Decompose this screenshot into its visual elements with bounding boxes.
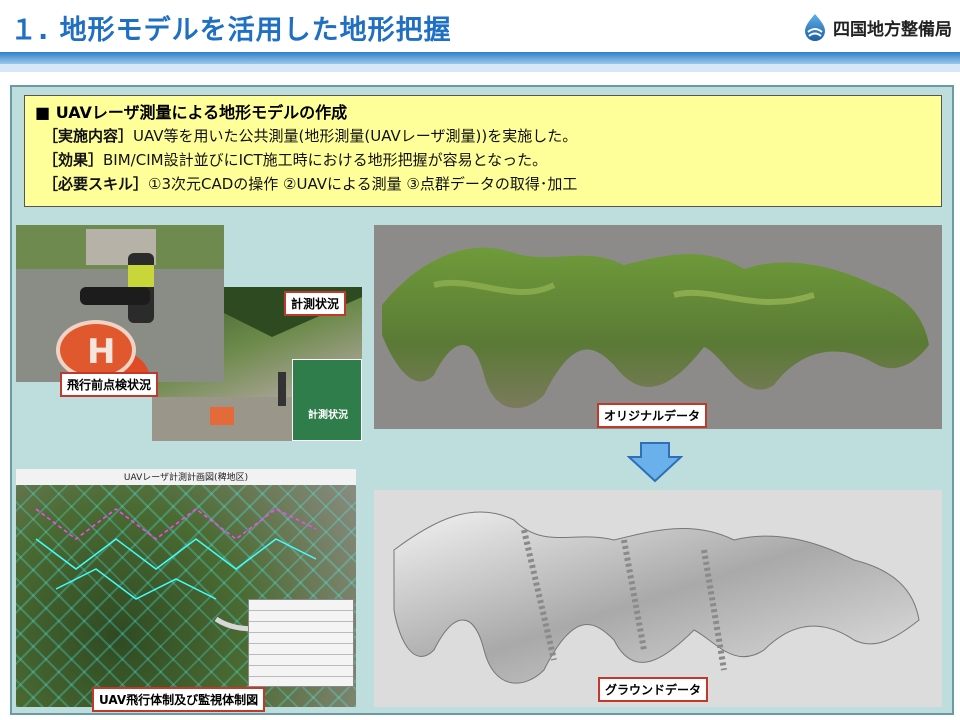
info-label: ［実施内容］ <box>43 127 134 145</box>
point-cloud-original <box>382 247 929 409</box>
down-arrow-icon <box>627 442 683 483</box>
header-band <box>0 52 960 64</box>
caption-original-data: オリジナルデータ <box>597 403 708 428</box>
caption-ground-data: グラウンドデータ <box>598 677 709 702</box>
caption-measurement: 計測状況 <box>284 291 347 316</box>
main-panel: ■ UAVレーザ測量による地形モデルの作成 ［実施内容］UAV等を用いた公共測量… <box>10 85 954 715</box>
header-band-light <box>0 64 960 72</box>
flight-plan-map: UAVレーザ計測計画図(稗地区) <box>16 469 356 707</box>
info-line-implementation: ［実施内容］UAV等を用いた公共測量(地形測量(UAVレーザ測量))を実施した。 <box>43 124 931 148</box>
org-logo: 四国地方整備局 <box>801 10 952 44</box>
page-title: １. 地形モデルを活用した地形把握 <box>10 15 452 46</box>
ground-data-image <box>374 490 942 707</box>
info-text: BIM/CIM設計並びにICT施工時における地形把握が容易となった。 <box>103 151 548 169</box>
header-band-white <box>0 72 960 82</box>
measurement-sign: 計測状況 <box>292 359 362 441</box>
preflight-photo <box>16 225 224 382</box>
org-name: 四国地方整備局 <box>833 19 952 40</box>
landing-pad <box>56 320 136 380</box>
info-line-skills: ［必要スキル］①3次元CADの操作 ②UAVによる測量 ③点群データの取得･加工 <box>43 172 931 196</box>
info-line-effect: ［効果］BIM/CIM設計並びにICT施工時における地形把握が容易となった。 <box>43 148 931 172</box>
safety-vest <box>128 265 154 287</box>
caption-flight-system: UAV飛行体制及び監視体制図 <box>92 687 266 712</box>
info-label: ［効果］ <box>43 151 104 169</box>
sign-text: 計測状況 <box>308 410 348 421</box>
header: １. 地形モデルを活用した地形把握 四国地方整備局 <box>0 0 960 56</box>
info-text: ①3次元CADの操作 ②UAVによる測量 ③点群データの取得･加工 <box>148 175 578 193</box>
caption-preflight: 飛行前点検状況 <box>60 372 159 397</box>
info-label: ［必要スキル］ <box>43 175 149 193</box>
info-box: ■ UAVレーザ測量による地形モデルの作成 ［実施内容］UAV等を用いた公共測量… <box>24 95 942 207</box>
original-data-image <box>374 225 942 429</box>
info-heading: ■ UAVレーザ測量による地形モデルの作成 <box>35 103 348 122</box>
info-text: UAV等を用いた公共測量(地形測量(UAVレーザ測量))を実施した。 <box>133 127 578 145</box>
flight-info-table <box>248 599 354 687</box>
terrain-model-ground <box>393 511 920 684</box>
uav-drone <box>80 287 150 305</box>
water-drop-logo-icon <box>805 14 825 41</box>
